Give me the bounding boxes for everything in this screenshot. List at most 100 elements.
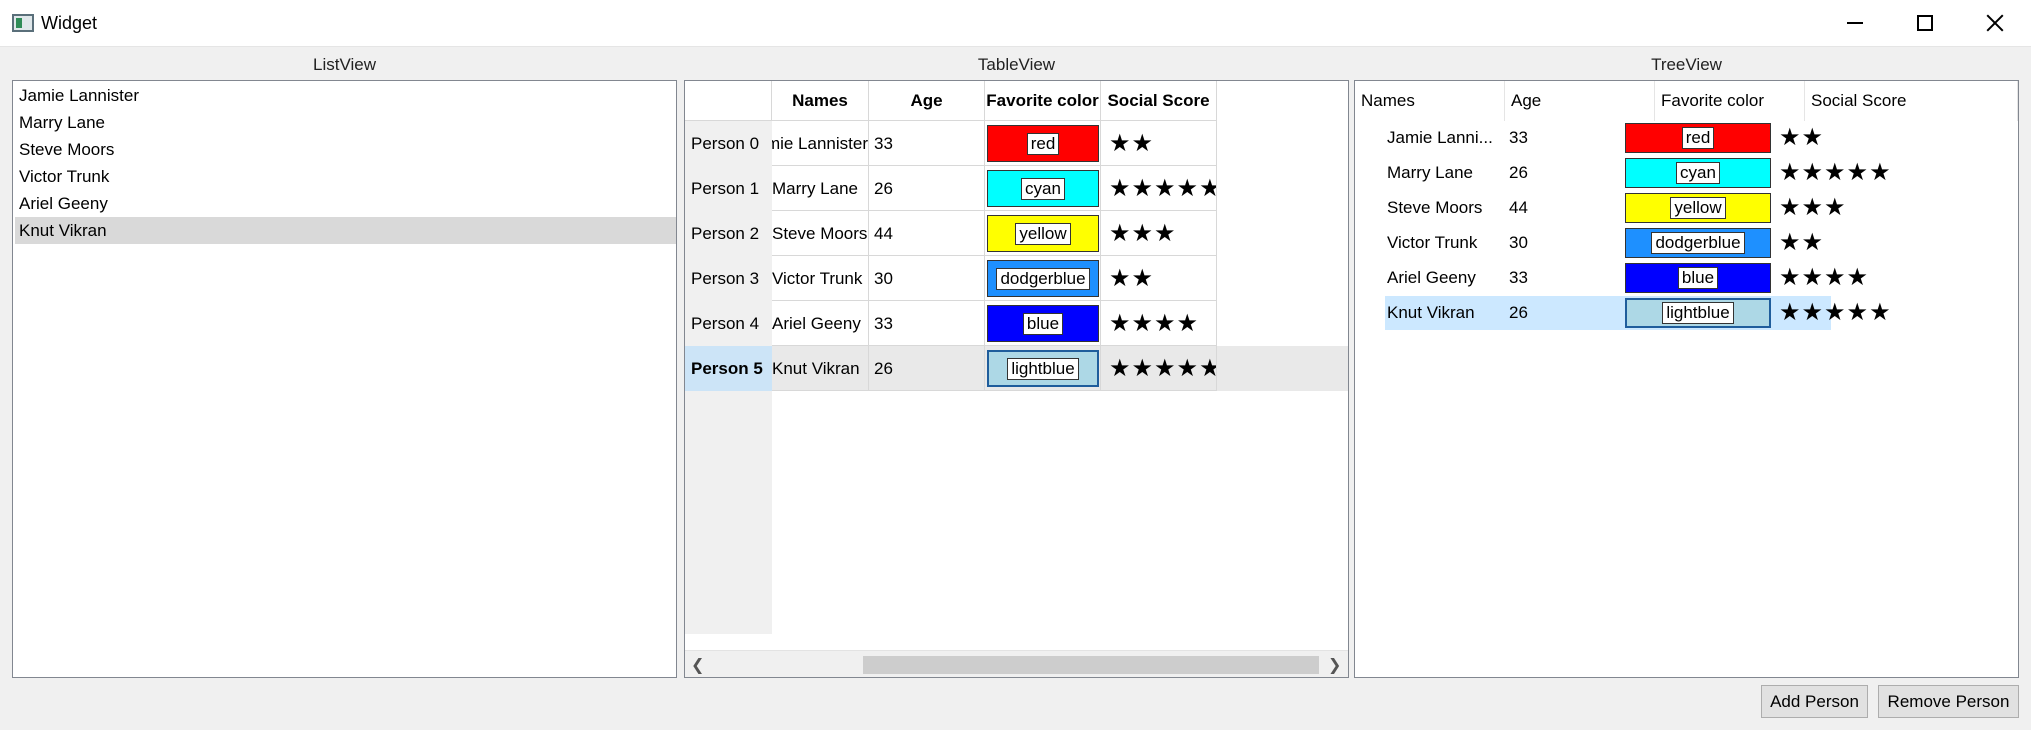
list-item[interactable]: Jamie Lannister	[15, 82, 676, 109]
color-swatch: cyan	[987, 170, 1099, 207]
remove-person-button[interactable]: Remove Person	[1878, 685, 2019, 718]
social-score-stars[interactable]: ★★★	[1101, 211, 1217, 256]
row-header[interactable]: Person 4	[685, 301, 772, 346]
social-score-stars[interactable]: ★★	[1101, 256, 1217, 301]
color-swatch: blue	[1625, 263, 1771, 293]
color-name: blue	[1022, 312, 1064, 335]
treeview-label: TreeView	[1651, 55, 1722, 74]
color-swatch: yellow	[1625, 193, 1771, 223]
tableview-label: TableView	[977, 55, 1056, 74]
name-text: Victor Trunk	[772, 269, 863, 288]
scroll-right-icon[interactable]: ❯	[1328, 655, 1341, 675]
minimize-button[interactable]	[1820, 0, 1890, 46]
list-item[interactable]: Knut Vikran	[15, 217, 676, 244]
color-cell[interactable]: blue	[985, 301, 1101, 346]
tree-item[interactable]: Ariel Geeny 33 blue ★★★★	[1385, 261, 1868, 295]
name-cell[interactable]: Steve Moors	[772, 211, 869, 256]
column-header[interactable]: Names	[1355, 81, 1505, 121]
row-header[interactable]: Person 5	[685, 346, 772, 391]
tree-item[interactable]: Jamie Lanni... 33 red ★★	[1385, 121, 1831, 155]
age-cell[interactable]: 26	[869, 346, 985, 391]
color-name: blue	[1677, 267, 1719, 289]
social-score-stars[interactable]: ★★★★★	[1101, 346, 1217, 391]
social-score-stars[interactable]: ★★★★	[1101, 301, 1217, 346]
color-swatch: yellow	[987, 215, 1099, 252]
color-name: cyan	[1676, 162, 1720, 184]
window-title: Widget	[41, 13, 98, 33]
age-cell[interactable]: 30	[869, 256, 985, 301]
table-row[interactable]: Knut Vikran 26 lightblue ★★★★★	[772, 346, 1348, 391]
horizontal-scrollbar[interactable]: ❮ ❯	[685, 650, 1348, 677]
list-view[interactable]: Jamie Lannister Marry Lane Steve Moors Vict…	[12, 80, 677, 678]
color-cell[interactable]: cyan	[985, 166, 1101, 211]
social-score-stars[interactable]: ★★	[1101, 121, 1217, 166]
age-cell[interactable]: 33	[869, 121, 985, 166]
tree-item[interactable]: Victor Trunk 30 dodgerblue ★★	[1385, 226, 1831, 260]
age-cell: 44	[1509, 198, 1528, 217]
name-cell[interactable]: Knut Vikran	[772, 346, 869, 391]
name-cell[interactable]: Jamie Lannister	[772, 121, 869, 166]
table-row[interactable]: Ariel Geeny 33 blue ★★★★	[772, 301, 1348, 346]
color-name: dodgerblue	[996, 267, 1090, 290]
row-header[interactable]: Person 1	[685, 166, 772, 211]
name-cell: Steve Moors	[1387, 198, 1483, 217]
name-cell[interactable]: Victor Trunk	[772, 256, 869, 301]
column-header[interactable]: Social Score	[1101, 81, 1217, 121]
add-person-button[interactable]: Add Person	[1761, 685, 1868, 718]
column-header[interactable]: Names	[772, 81, 869, 121]
color-name: lightblue	[1662, 302, 1734, 324]
age-cell[interactable]: 26	[869, 166, 985, 211]
listview-label: ListView	[313, 55, 376, 74]
name-cell[interactable]: Ariel Geeny	[772, 301, 869, 346]
table-row[interactable]: Steve Moors 44 yellow ★★★	[772, 211, 1348, 256]
row-header[interactable]: Person 3	[685, 256, 772, 301]
list-item[interactable]: Steve Moors	[15, 136, 676, 163]
social-score-stars: ★★★	[1779, 194, 1847, 221]
tree-item[interactable]: Marry Lane 26 cyan ★★★★★	[1385, 156, 1891, 190]
table-view[interactable]: Person 0 Person 1 Person 2 Person 3 Person 4…	[684, 80, 1349, 678]
table-row[interactable]: Jamie Lannister33 red ★★	[772, 121, 1348, 166]
row-header[interactable]: Person 0	[685, 121, 772, 166]
column-header[interactable]: Age	[869, 81, 985, 121]
close-button[interactable]	[1960, 0, 2030, 46]
age-cell[interactable]: 33	[869, 301, 985, 346]
table-row[interactable]: Victor Trunk 30 dodgerblue ★★	[772, 256, 1348, 301]
scroll-left-icon[interactable]: ❮	[691, 655, 704, 675]
color-cell[interactable]: red	[985, 121, 1101, 166]
age-cell: 33	[1509, 128, 1528, 147]
row-header[interactable]: Person 2	[685, 211, 772, 256]
color-swatch: lightblue	[1625, 298, 1771, 328]
color-name: red	[1026, 132, 1060, 155]
column-header[interactable]: Favorite color	[985, 81, 1101, 121]
column-header[interactable]: Favorite color	[1655, 81, 1805, 121]
color-cell[interactable]: dodgerblue	[985, 256, 1101, 301]
color-cell[interactable]: lightblue	[985, 346, 1101, 391]
close-icon	[1986, 14, 2004, 32]
social-score-stars[interactable]: ★★★★★	[1101, 166, 1217, 211]
column-header[interactable]: Age	[1505, 81, 1655, 121]
social-score-stars: ★★	[1779, 229, 1825, 256]
age-cell: 26	[1509, 163, 1528, 182]
app-icon	[12, 14, 34, 32]
table-row[interactable]: Marry Lane 26 cyan ★★★★★	[772, 166, 1348, 211]
tree-item[interactable]: Knut Vikran 26 lightblue ★★★★★	[1385, 296, 1891, 330]
color-cell[interactable]: yellow	[985, 211, 1101, 256]
list-item[interactable]: Victor Trunk	[15, 163, 676, 190]
tree-view[interactable]: Names Age Favorite color Social Score Jamie…	[1354, 80, 2019, 678]
column-header[interactable]: Social Score	[1805, 81, 2018, 121]
scrollbar-thumb[interactable]	[863, 656, 1319, 674]
list-item[interactable]: Ariel Geeny	[15, 190, 676, 217]
name-cell: Knut Vikran	[1387, 303, 1475, 322]
social-score-stars: ★★★★★	[1779, 159, 1892, 186]
table-corner	[685, 81, 772, 121]
name-cell[interactable]: Marry Lane	[772, 166, 869, 211]
tree-item[interactable]: Steve Moors 44 yellow ★★★	[1385, 191, 1846, 225]
color-name: yellow	[1670, 197, 1726, 219]
maximize-button[interactable]	[1890, 0, 1960, 46]
name-text: Steve Moors	[772, 224, 868, 243]
name-cell: Ariel Geeny	[1387, 268, 1476, 287]
name-text: Jamie Lannister	[772, 134, 868, 153]
age-cell[interactable]: 44	[869, 211, 985, 256]
color-swatch: dodgerblue	[987, 260, 1099, 297]
list-item[interactable]: Marry Lane	[15, 109, 676, 136]
